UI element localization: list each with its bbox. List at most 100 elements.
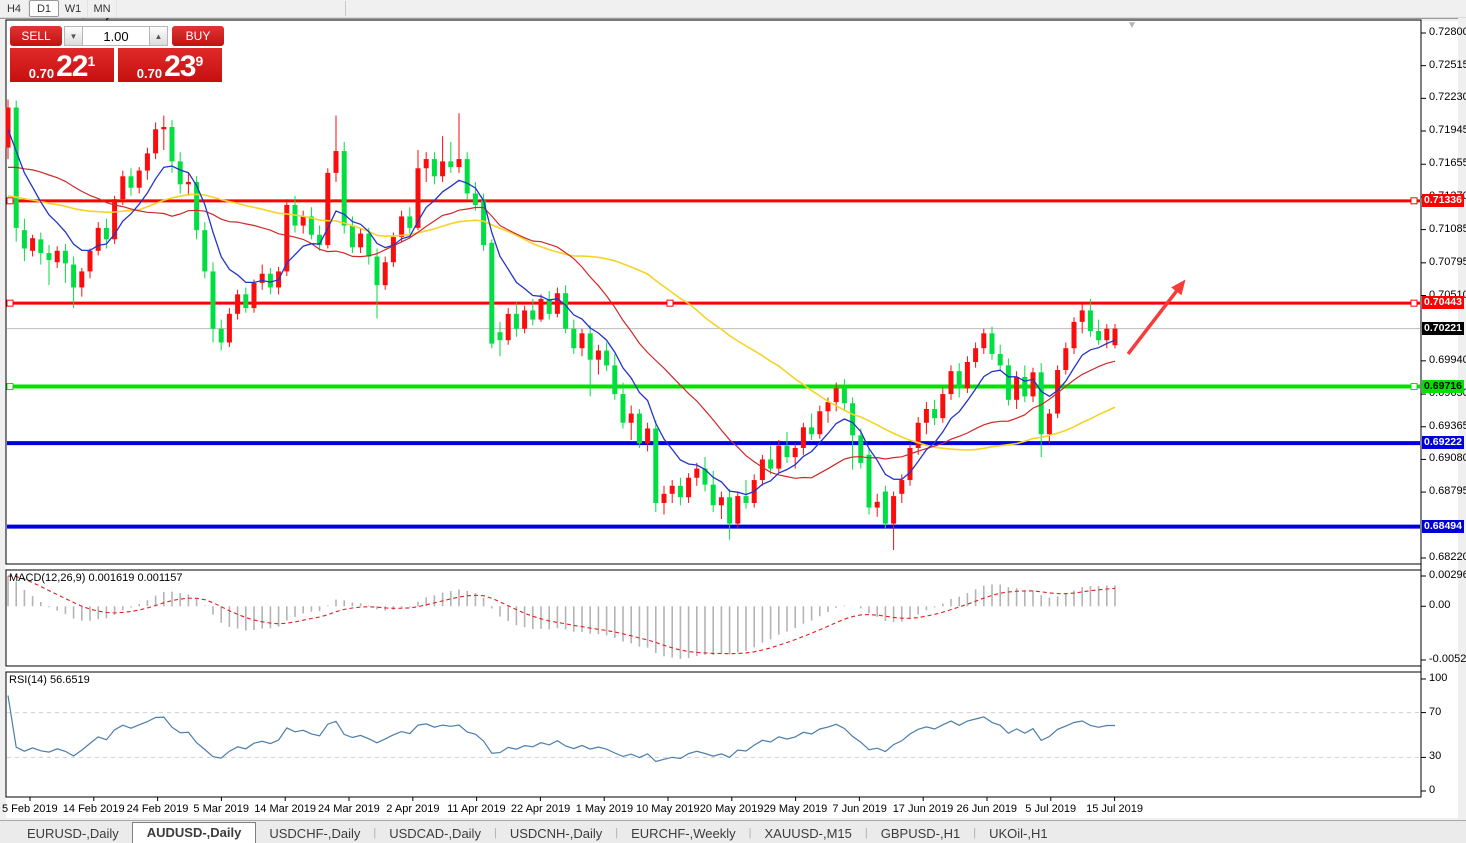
- timeframe-button-w1[interactable]: W1: [59, 0, 88, 17]
- hline-handle[interactable]: [667, 300, 673, 306]
- hline-handle[interactable]: [7, 300, 13, 306]
- candle-body: [38, 239, 43, 253]
- hline-handle[interactable]: [1411, 198, 1417, 204]
- candle-body: [153, 129, 158, 153]
- candle-body: [63, 251, 68, 264]
- candle-body: [358, 234, 363, 248]
- candle-body: [457, 159, 462, 167]
- candle-body: [55, 251, 60, 262]
- candle-body: [1031, 372, 1036, 396]
- candle-body: [424, 159, 429, 168]
- volume-input[interactable]: [83, 26, 149, 46]
- chart-tab-xauusd-m15[interactable]: XAUUSD-,M15: [751, 824, 864, 843]
- buy-button[interactable]: BUY: [172, 26, 224, 46]
- candle-body: [120, 176, 125, 199]
- rsi-tick-30: 30: [1429, 750, 1441, 762]
- hline-handle[interactable]: [1411, 384, 1417, 390]
- date-label: 5 Jul 2019: [1025, 803, 1076, 815]
- candle-body: [1063, 348, 1068, 370]
- candle-body: [596, 351, 601, 360]
- rsi-value: 56.6519: [50, 674, 90, 686]
- sell-button[interactable]: SELL: [10, 26, 62, 46]
- candle-body: [473, 193, 478, 204]
- chart-tab-ukoil-h1[interactable]: UKOil-,H1: [976, 824, 1061, 843]
- hline-handle[interactable]: [7, 384, 13, 390]
- volume-increase-button[interactable]: ▲: [149, 26, 168, 46]
- candle-body: [202, 230, 207, 271]
- ma-red-mid: [8, 167, 1115, 478]
- candle-body: [850, 403, 855, 435]
- candle-body: [858, 435, 863, 463]
- macd-label: MACD(12,26,9) 0.001619 0.001157: [9, 572, 183, 584]
- sell-price-sup: 1: [87, 48, 95, 74]
- candle-body: [432, 159, 437, 176]
- candle-body: [653, 428, 658, 503]
- candle-body: [71, 265, 76, 288]
- candle-body: [899, 480, 904, 494]
- timeframe-button-d1[interactable]: D1: [29, 0, 59, 17]
- candle-body: [924, 409, 929, 423]
- date-label: 24 Feb 2019: [127, 803, 189, 815]
- candle-body: [1006, 365, 1011, 399]
- candle-body: [375, 257, 380, 286]
- candle-body: [440, 161, 445, 176]
- chart-tab-bar: EURUSD-,DailyAUDUSD-,DailyUSDCHF-,Daily|…: [0, 820, 1466, 843]
- chart-tab-usdcad-daily[interactable]: USDCAD-,Daily: [376, 824, 494, 843]
- rsi-line: [8, 696, 1115, 762]
- chart-plot-svg[interactable]: [0, 0, 1466, 843]
- candle-body: [588, 333, 593, 359]
- panel-collapse-icon[interactable]: ▼: [1127, 20, 1137, 31]
- candle-body: [785, 446, 790, 457]
- candle-body: [522, 310, 527, 328]
- chart-tab-eurusd-daily[interactable]: EURUSD-,Daily: [14, 824, 132, 843]
- candle-body: [6, 108, 11, 148]
- candle-body: [79, 271, 84, 287]
- hline-handle[interactable]: [1411, 300, 1417, 306]
- candle-body: [161, 127, 166, 129]
- candle-body: [670, 486, 675, 494]
- timeframe-button-h4[interactable]: H4: [0, 0, 29, 17]
- candle-body: [334, 151, 339, 173]
- buy-price-base: 0.70: [137, 66, 162, 81]
- price-tick-0.68795: 0.68795: [1429, 485, 1466, 497]
- candle-body: [145, 153, 150, 170]
- volume-decrease-button[interactable]: ▼: [64, 26, 83, 46]
- candle-body: [645, 428, 650, 443]
- candle-body: [940, 394, 945, 418]
- candle-body: [916, 423, 921, 448]
- date-label: 26 Jun 2019: [957, 803, 1018, 815]
- hline-handle[interactable]: [7, 198, 13, 204]
- price-tick-0.68220: 0.68220: [1429, 551, 1466, 563]
- date-label: 5 Feb 2019: [2, 803, 58, 815]
- chart-tab-usdchf-daily[interactable]: USDCHF-,Daily: [256, 824, 373, 843]
- chart-tab-usdcnh-daily[interactable]: USDCNH-,Daily: [497, 824, 615, 843]
- candle-body: [88, 251, 93, 272]
- date-label: 15 Jul 2019: [1086, 803, 1143, 815]
- buy-price-box[interactable]: 0.70 23 9: [118, 48, 222, 82]
- buy-price-big: 23: [164, 53, 195, 81]
- candle-body: [539, 299, 544, 320]
- candle-body: [883, 492, 888, 524]
- candle-body: [891, 496, 896, 524]
- candle-body: [506, 314, 511, 340]
- timeframe-button-mn[interactable]: MN: [88, 0, 117, 17]
- hline-price-label-0.69716: 0.69716: [1422, 380, 1464, 393]
- macd-tick-0.00: 0.00: [1429, 599, 1450, 611]
- candle-body: [981, 333, 986, 348]
- hline-price-label-0.71336: 0.71336: [1422, 194, 1464, 207]
- candle-body: [1104, 329, 1109, 340]
- sell-price-base: 0.70: [29, 66, 54, 81]
- rsi-tick-0: 0: [1429, 784, 1435, 796]
- chart-tab-gbpusd-h1[interactable]: GBPUSD-,H1: [868, 824, 973, 843]
- chart-tab-eurchf-weekly[interactable]: EURCHF-,Weekly: [618, 824, 749, 843]
- price-tick-0.69940: 0.69940: [1429, 354, 1466, 366]
- candle-body: [243, 294, 248, 308]
- rsi-label: RSI(14) 56.6519: [9, 674, 90, 686]
- date-label: 29 May 2019: [764, 803, 828, 815]
- chart-tab-audusd-daily[interactable]: AUDUSD-,Daily: [132, 822, 257, 843]
- buy-price-sup: 9: [195, 48, 203, 74]
- candle-body: [744, 496, 749, 503]
- sell-price-box[interactable]: 0.70 22 1: [10, 48, 114, 82]
- candle-body: [834, 388, 839, 402]
- candle-body: [809, 427, 814, 434]
